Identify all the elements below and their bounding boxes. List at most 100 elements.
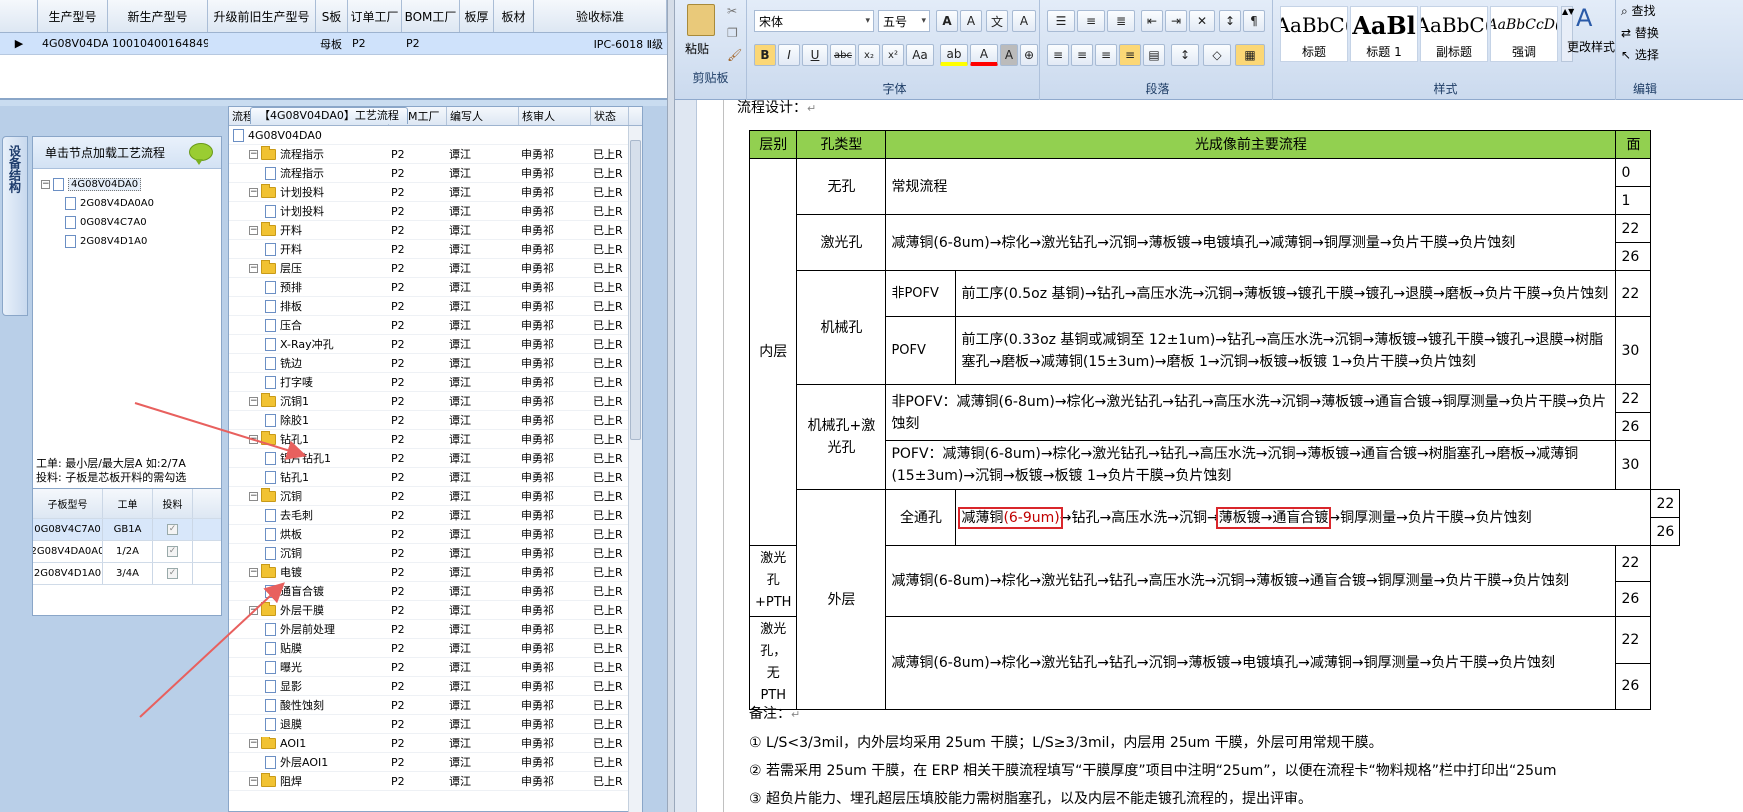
process-tree-row[interactable]: 开料 P2 谭江 申勇祁 已上R (229, 240, 629, 259)
process-node[interactable]: 通盲合镀 (229, 583, 389, 599)
distribute-button[interactable]: ▤ (1143, 44, 1165, 66)
cell[interactable]: 4G08V04DA0 (38, 33, 108, 54)
char-border-button[interactable]: A (1012, 10, 1036, 32)
process-tree-row[interactable]: 沉铜 P2 谭江 申勇祁 已上R (229, 544, 629, 563)
process-node[interactable]: 外层前处理 (229, 621, 389, 637)
process-node[interactable]: − 层压 (229, 260, 389, 276)
tree-node-label[interactable]: 2G08V4D1A0 (80, 236, 147, 247)
style-emphasis[interactable]: AaBbCcD( 强调 (1490, 6, 1558, 62)
process-node[interactable]: 烘板 (229, 526, 389, 542)
col-header[interactable]: 子板型号 (33, 489, 103, 518)
cut-icon[interactable]: ✂ (727, 4, 737, 18)
col-header[interactable]: 核审人 (519, 107, 591, 125)
cell[interactable] (460, 33, 494, 54)
process-node[interactable]: − 沉铜 (229, 488, 389, 504)
replace-button[interactable]: ⇄ 替换 (1621, 24, 1659, 41)
cell[interactable]: ✓ (153, 541, 193, 562)
col-header[interactable]: 升级前旧生产型号 (208, 0, 316, 32)
col-header[interactable]: 生产型号 (38, 0, 108, 32)
sort-button[interactable]: ↕ (1219, 10, 1241, 32)
collapse-icon[interactable]: − (249, 225, 258, 235)
style-heading1[interactable]: AaBl 标题 1 (1350, 6, 1418, 62)
process-tree-row[interactable]: − 沉铜1 P2 谭江 申勇祁 已上R (229, 392, 629, 411)
select-button[interactable]: ↖ 选择 (1621, 46, 1659, 63)
collapse-icon[interactable]: − (249, 187, 258, 197)
collapse-icon[interactable]: − (249, 396, 258, 406)
copy-icon[interactable]: ❐ (727, 26, 738, 40)
process-node[interactable]: − 阻焊 (229, 773, 389, 789)
process-node[interactable]: − 开料 (229, 222, 389, 238)
change-case-button[interactable]: Aa (906, 44, 934, 66)
process-node[interactable]: 排板 (229, 298, 389, 314)
process-tree-row[interactable]: − 层压 P2 谭江 申勇祁 已上R (229, 259, 629, 278)
paste-button[interactable]: 粘贴 (685, 40, 709, 57)
collapse-icon[interactable]: − (249, 567, 258, 577)
col-header[interactable]: 工单 (103, 489, 153, 518)
process-tree-row[interactable]: − 钻孔1 P2 谭江 申勇祁 已上R (229, 430, 629, 449)
process-tree-row[interactable]: − 沉铜 P2 谭江 申勇祁 已上R (229, 487, 629, 506)
table-row[interactable]: 0G08V4C7A0 GB1A ✓ (33, 519, 221, 541)
document-page[interactable]: 流程设计：↵ 层别 孔类型 光成像前主要流程 面 内层 无孔 常规流程 0 1 … (697, 100, 1743, 812)
collapse-icon[interactable]: − (249, 434, 258, 444)
process-tree-row[interactable]: − 计划投料 P2 谭江 申勇祁 已上R (229, 183, 629, 202)
cell[interactable]: P2 (348, 33, 402, 54)
cell[interactable]: 2G08V4D1A0 (33, 563, 103, 584)
process-tree-row[interactable]: − 外层干膜 P2 谭江 申勇祁 已上R (229, 601, 629, 620)
process-tree-row[interactable]: 退膜 P2 谭江 申勇祁 已上R (229, 715, 629, 734)
italic-button[interactable]: I (778, 44, 800, 66)
col-header[interactable]: 状态 (591, 107, 629, 125)
cell[interactable]: ✓ (153, 519, 193, 540)
process-tree-row[interactable]: 去毛刺 P2 谭江 申勇祁 已上R (229, 506, 629, 525)
checkbox[interactable]: ✓ (167, 568, 178, 579)
process-node[interactable]: 曝光 (229, 659, 389, 675)
row-selector-icon[interactable]: ▶ (0, 33, 38, 54)
process-node[interactable]: 流程指示 (229, 165, 389, 181)
process-node[interactable]: 开料 (229, 241, 389, 257)
decrease-indent-button[interactable]: ⇤ (1141, 10, 1163, 32)
process-node[interactable]: − AOI1 (229, 736, 389, 750)
underline-button[interactable]: U (802, 44, 828, 66)
process-node[interactable]: 打字唛 (229, 374, 389, 390)
borders-button[interactable]: ▦ (1235, 44, 1265, 66)
tree-node[interactable]: 0G08V4C7A0 (41, 213, 221, 232)
cell[interactable]: 0G08V4C7A0 (33, 519, 103, 540)
phonetic-guide-button[interactable]: 文 (986, 10, 1008, 32)
process-tree-row[interactable]: − 阻焊 P2 谭江 申勇祁 已上R (229, 772, 629, 791)
vertical-scrollbar[interactable] (628, 126, 642, 812)
process-node[interactable]: 酸性蚀刻 (229, 697, 389, 713)
process-node[interactable]: − 沉铜1 (229, 393, 389, 409)
process-node[interactable]: − 计划投料 (229, 184, 389, 200)
process-tree-row[interactable]: 显影 P2 谭江 申勇祁 已上R (229, 677, 629, 696)
char-shading-button[interactable]: A (1000, 44, 1018, 66)
enclose-char-button[interactable]: ⊕ (1020, 44, 1038, 66)
collapse-icon[interactable]: − (249, 491, 258, 501)
subscript-button[interactable]: x₂ (858, 44, 880, 66)
checkbox[interactable]: ✓ (167, 524, 178, 535)
col-header[interactable]: 验收标准 (534, 0, 667, 32)
cell[interactable]: 3/4A (103, 563, 153, 584)
process-node[interactable]: − 外层干膜 (229, 602, 389, 618)
cell[interactable]: 母板 (316, 33, 348, 54)
process-tree-row[interactable]: 计划投料 P2 谭江 申勇祁 已上R (229, 202, 629, 221)
grow-font-button[interactable]: A (936, 10, 958, 32)
paste-icon[interactable] (687, 4, 715, 36)
table-row[interactable]: 2G08V4DA0A0 1/2A ✓ (33, 541, 221, 563)
table-row[interactable]: 2G08V4D1A0 3/4A ✓ (33, 563, 221, 585)
increase-indent-button[interactable]: ⇥ (1165, 10, 1187, 32)
collapse-icon[interactable]: − (249, 738, 258, 748)
process-node[interactable]: − 钻孔1 (229, 431, 389, 447)
cell[interactable]: 1/2A (103, 541, 153, 562)
align-right-button[interactable]: ≡ (1095, 44, 1117, 66)
chinese-layout-button[interactable]: ✕ (1189, 10, 1215, 32)
process-tree-row[interactable]: X-Ray冲孔 P2 谭江 申勇祁 已上R (229, 335, 629, 354)
collapse-icon[interactable]: − (249, 149, 258, 159)
collapse-icon[interactable]: − (249, 776, 258, 786)
cell[interactable]: GB1A (103, 519, 153, 540)
line-spacing-button[interactable]: ↕ (1171, 44, 1199, 66)
process-node[interactable]: 预排 (229, 279, 389, 295)
process-node[interactable]: 退膜 (229, 716, 389, 732)
process-tree-row[interactable]: 曝光 P2 谭江 申勇祁 已上R (229, 658, 629, 677)
cell[interactable]: P2 (402, 33, 460, 54)
tree-node[interactable]: − 4G08V04DA0 (41, 175, 221, 194)
collapse-icon[interactable]: − (249, 263, 258, 273)
